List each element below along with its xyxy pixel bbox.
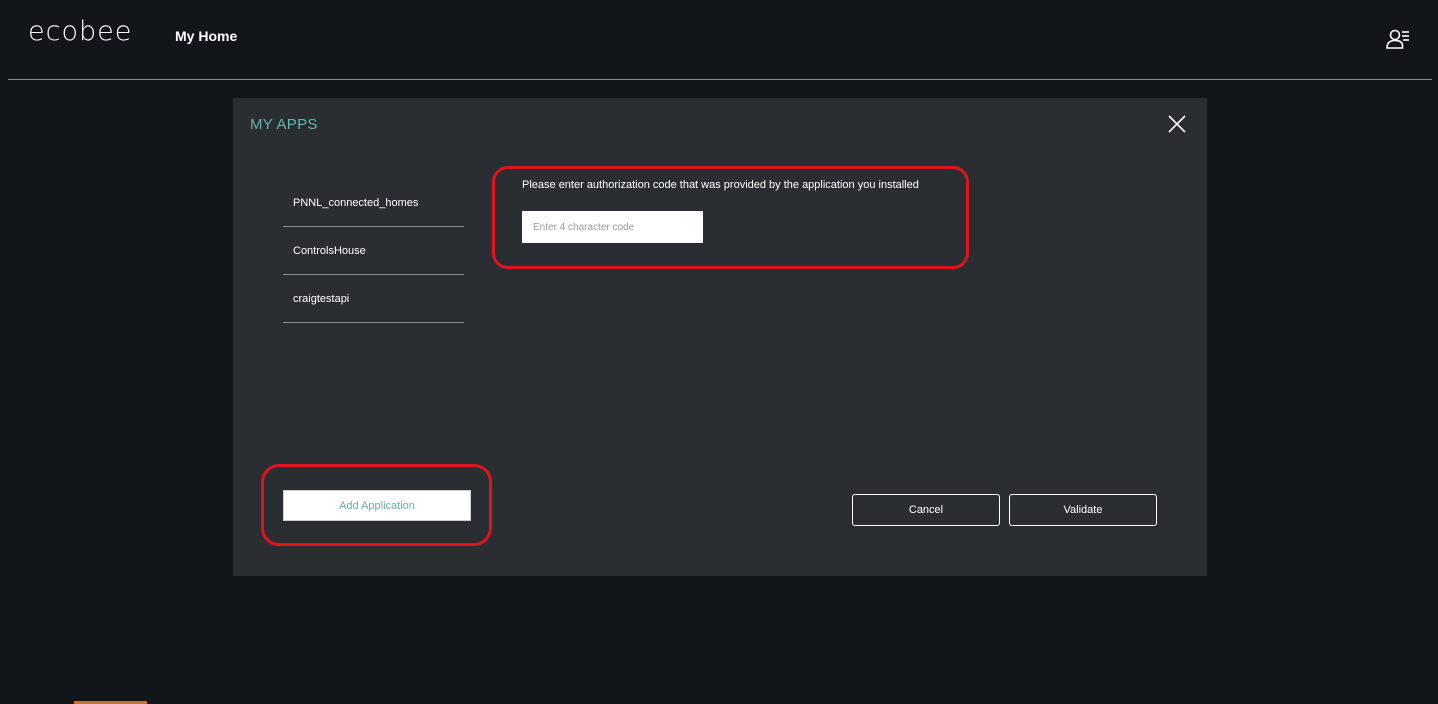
ecobee-logo[interactable]: ecobee: [28, 16, 132, 47]
app-item-pnnl[interactable]: PNNL_connected_homes: [283, 179, 464, 227]
header-divider: [8, 79, 1432, 80]
cancel-button[interactable]: Cancel: [852, 494, 1000, 526]
modal-title: MY APPS: [250, 116, 318, 133]
auth-prompt-text: Please enter authorization code that was…: [522, 179, 919, 191]
close-icon[interactable]: [1167, 114, 1187, 134]
app-list: PNNL_connected_homes ControlsHouse craig…: [283, 179, 464, 323]
add-application-button[interactable]: Add Application: [283, 490, 471, 521]
authorization-code-input[interactable]: [522, 211, 703, 243]
nav-my-home[interactable]: My Home: [175, 28, 237, 44]
app-item-controlshouse[interactable]: ControlsHouse: [283, 227, 464, 275]
user-menu-icon[interactable]: [1386, 28, 1410, 50]
my-apps-modal: MY APPS PNNL_connected_homes ControlsHou…: [233, 98, 1207, 576]
validate-button[interactable]: Validate: [1009, 494, 1157, 526]
top-bar: ecobee My Home: [0, 0, 1438, 80]
authorization-section: Please enter authorization code that was…: [522, 179, 962, 243]
app-item-craigtestapi[interactable]: craigtestapi: [283, 275, 464, 323]
